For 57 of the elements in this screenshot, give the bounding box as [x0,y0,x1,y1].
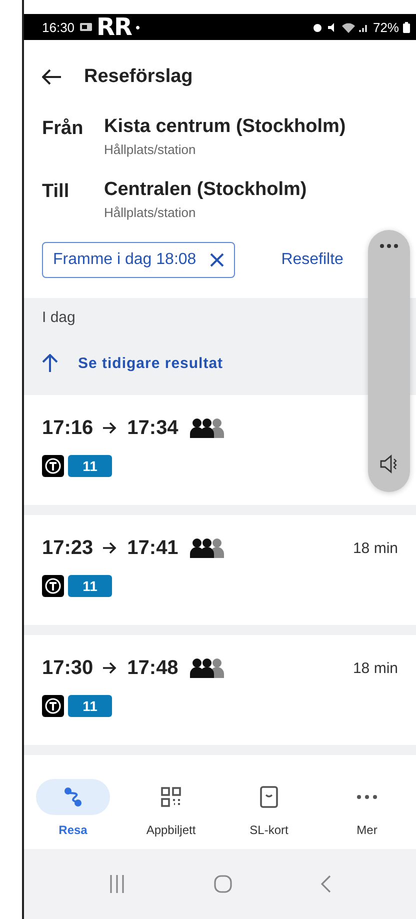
departure-time: 17:30 [42,656,94,680]
earlier-results-link[interactable]: Se tidigare resultat [42,354,224,372]
trip-filter-link[interactable]: Resefilte [281,251,344,269]
route-icon [62,786,84,808]
trip-card[interactable]: 17:23 17:41 18 min 11 [24,515,416,625]
trip-card[interactable]: 17:16 17:34 11 [24,395,416,505]
close-icon[interactable] [210,253,224,267]
arrival-time: 17:41 [127,536,178,560]
arrival-time: 17:48 [127,656,178,680]
more-options-icon[interactable] [380,244,398,248]
vibrate-icon[interactable] [379,454,399,474]
route-label: Från [42,117,84,141]
trip-duration: 18 min [352,660,398,676]
line-number: 11 [68,575,112,597]
back-arrow-icon[interactable] [42,69,62,85]
departure-time: 17:23 [42,536,94,560]
metro-icon [42,575,64,597]
wifi-icon [342,22,355,32]
right-arrow-icon [103,662,118,674]
crowding-icon [188,418,226,438]
departure-time: 17:16 [42,416,94,440]
stop-type: Hållplats/station [104,205,197,220]
line-number: 11 [68,455,112,477]
nav-tab[interactable]: Appbiljett [122,779,220,837]
battery-icon [403,22,410,32]
day-heading: I dag [42,309,76,326]
page-title: Reseförslag [84,66,193,88]
stop-type: Hållplats/station [104,142,197,157]
line-number: 11 [68,695,112,717]
route-label: Till [42,180,70,204]
more-icon [356,794,378,800]
metro-icon [42,455,64,477]
right-arrow-icon [103,542,118,554]
trip-card[interactable]: 17:30 17:48 18 min 11 [24,635,416,745]
card-icon [78,22,93,32]
metro-icon [42,695,64,717]
stop-name: Kista centrum (Stockholm) [104,116,346,138]
recent-apps-icon[interactable] [108,875,125,893]
qr-code-icon [161,787,181,807]
arrival-time-chip[interactable]: Framme i dag 18:08 [42,242,236,278]
back-icon[interactable] [321,875,332,893]
status-time: 16:30 [42,20,75,34]
status-logo: RR [96,14,132,40]
card-icon [260,786,278,808]
nav-tab[interactable]: SL-kort [220,779,318,837]
right-arrow-icon [103,422,118,434]
nav-tab[interactable]: Mer [318,779,416,837]
notification-dot: • [136,20,140,34]
crowding-icon [188,658,226,678]
trip-duration: 18 min [352,540,398,556]
arrival-time: 17:34 [127,416,178,440]
up-arrow-icon [42,354,58,372]
stop-name: Centralen (Stockholm) [104,179,307,201]
crowding-icon [188,538,226,558]
home-icon[interactable] [214,875,232,893]
nav-tab[interactable]: Resa [24,779,122,837]
battery-level: 72% [372,20,399,34]
